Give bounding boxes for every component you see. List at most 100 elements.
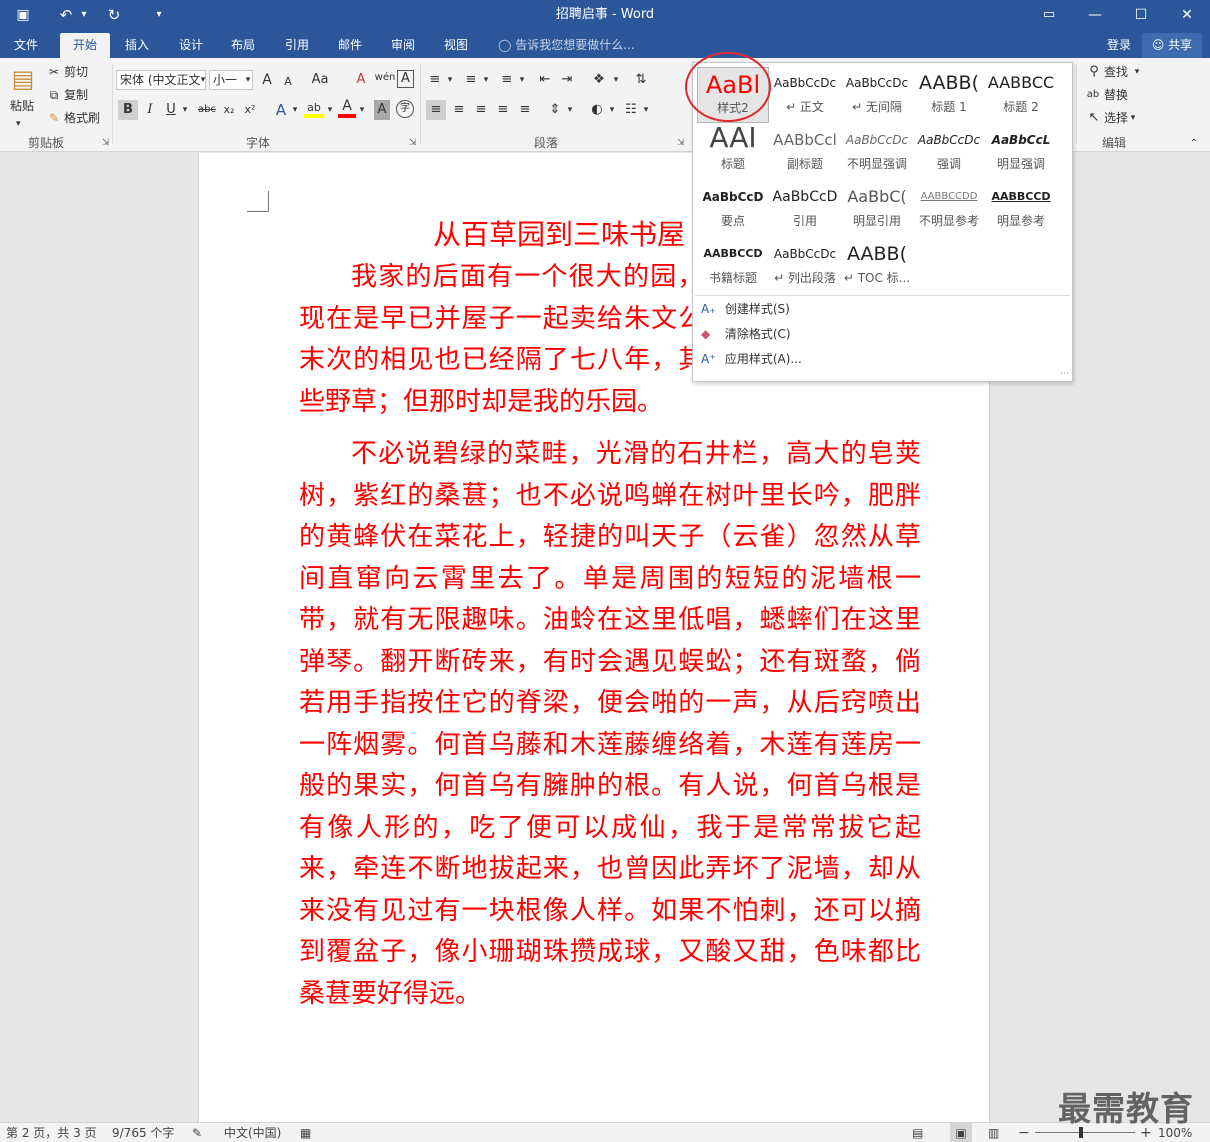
- bold-button[interactable]: B: [118, 100, 138, 120]
- enclose-characters-button[interactable]: 字: [396, 100, 414, 118]
- style-item-toc-heading[interactable]: AABB( ↵ TOC 标...: [841, 238, 913, 294]
- chinese-layout-icon[interactable]: ❖: [588, 70, 610, 90]
- distributed-icon[interactable]: ≡: [516, 100, 534, 120]
- font-color-dropdown-icon[interactable]: ▾: [357, 100, 367, 120]
- tab-insert[interactable]: 插入: [116, 33, 158, 58]
- style-item-subtitle[interactable]: AABbCcl 副标题: [769, 124, 841, 180]
- print-layout-icon[interactable]: ▣: [950, 1123, 972, 1142]
- bullets-icon[interactable]: ≡: [426, 70, 444, 90]
- style-item-intense-quote[interactable]: AaBbC( 明显引用: [841, 181, 913, 237]
- paragraph-2[interactable]: 不必说碧绿的菜畦，光滑的石井栏，高大的皂荚树，紫红的桑葚；也不必说鸣蝉在树叶里长…: [299, 434, 921, 1057]
- tab-file[interactable]: 文件: [6, 33, 46, 58]
- zoom-slider[interactable]: [1035, 1132, 1135, 1133]
- ribbon-display-options-icon[interactable]: ▭: [1026, 0, 1072, 30]
- tell-me-search[interactable]: ◯ 告诉我您想要做什么...: [498, 33, 635, 58]
- sort-icon[interactable]: ⇅: [632, 70, 650, 90]
- web-layout-icon[interactable]: ▥: [988, 1123, 999, 1142]
- format-painter-button[interactable]: 格式刷: [64, 108, 100, 128]
- style-item-list-paragraph[interactable]: AaBbCcDc ↵ 列出段落: [769, 238, 841, 294]
- maximize-button[interactable]: ☐: [1118, 0, 1164, 30]
- highlight-button[interactable]: ab: [304, 98, 324, 118]
- style-item-book-title[interactable]: AABBCCD 书籍标题: [697, 238, 769, 294]
- copy-button[interactable]: 复制: [64, 85, 88, 105]
- clipboard-launcher-icon[interactable]: ⇲: [102, 138, 110, 148]
- shading-dropdown-icon[interactable]: ▾: [607, 100, 617, 120]
- copy-icon[interactable]: ⧉: [46, 85, 62, 105]
- strikethrough-button[interactable]: abc: [196, 100, 218, 120]
- highlight-dropdown-icon[interactable]: ▾: [325, 100, 335, 120]
- redo-icon[interactable]: ↻: [102, 0, 126, 30]
- character-border-button[interactable]: A: [397, 70, 414, 88]
- zoom-out-button[interactable]: −: [1018, 1123, 1030, 1142]
- style-item-subtle-reference[interactable]: AABBCCDD 不明显参考: [913, 181, 985, 237]
- subscript-button[interactable]: x₂: [220, 100, 238, 120]
- shrink-font-button[interactable]: A: [280, 72, 296, 92]
- underline-button[interactable]: U: [163, 100, 179, 120]
- replace-button[interactable]: 替换: [1104, 85, 1128, 105]
- scissors-icon[interactable]: ✂: [46, 62, 62, 82]
- collapse-ribbon-icon[interactable]: ⌃: [1186, 134, 1202, 154]
- paragraph-launcher-icon[interactable]: ⇲: [677, 138, 685, 148]
- select-button[interactable]: 选择: [1104, 108, 1128, 128]
- read-mode-icon[interactable]: ▤: [912, 1123, 923, 1142]
- grow-font-button[interactable]: A: [258, 70, 276, 90]
- style-item-emphasis[interactable]: AaBbCcDc 强调: [913, 124, 985, 180]
- style-item-intense-reference[interactable]: AABBCCD 明显参考: [985, 181, 1057, 237]
- tab-review[interactable]: 审阅: [382, 33, 424, 58]
- style-item-intense-emphasis[interactable]: AaBbCcL 明显强调: [985, 124, 1057, 180]
- numbering-dropdown-icon[interactable]: ▾: [481, 70, 491, 90]
- multilevel-list-icon[interactable]: ≡: [498, 70, 516, 90]
- tab-mailings[interactable]: 邮件: [329, 33, 371, 58]
- word-count[interactable]: 9/765 个字: [112, 1123, 174, 1142]
- underline-dropdown-icon[interactable]: ▾: [180, 100, 190, 120]
- save-icon[interactable]: ▣: [10, 0, 36, 30]
- chinese-layout-dropdown-icon[interactable]: ▾: [611, 70, 621, 90]
- italic-button[interactable]: I: [142, 100, 158, 120]
- multilevel-list-dropdown-icon[interactable]: ▾: [517, 70, 527, 90]
- style-item-no-spacing[interactable]: AaBbCcDc ↵ 无间隔: [841, 67, 913, 123]
- change-case-button[interactable]: Aa: [308, 70, 332, 90]
- style-item-heading-1[interactable]: AABB( 标题 1: [913, 67, 985, 123]
- clear-formatting-button[interactable]: A: [352, 70, 370, 90]
- bullets-dropdown-icon[interactable]: ▾: [445, 70, 455, 90]
- clear-formatting-command[interactable]: ◆ 清除格式(C): [701, 323, 791, 345]
- line-spacing-icon[interactable]: ⇕: [546, 100, 564, 120]
- page-count[interactable]: 第 2 页，共 3 页: [6, 1123, 97, 1142]
- format-painter-icon[interactable]: ✎: [46, 108, 62, 128]
- tab-home[interactable]: 开始: [60, 33, 110, 58]
- share-button[interactable]: ☺ 共享: [1142, 33, 1202, 58]
- font-size-dropdown-icon[interactable]: ▾: [243, 70, 253, 90]
- undo-dropdown-icon[interactable]: ▾: [78, 0, 90, 30]
- align-right-icon[interactable]: ≡: [472, 100, 490, 120]
- style-item-strong[interactable]: AaBbCcD 要点: [697, 181, 769, 237]
- numbering-icon[interactable]: ≡: [462, 70, 480, 90]
- justify-icon[interactable]: ≡: [494, 100, 512, 120]
- select-icon[interactable]: ↖: [1086, 108, 1102, 128]
- sign-in-link[interactable]: 登录: [1100, 33, 1138, 58]
- style-item-quote[interactable]: AaBbCcD 引用: [769, 181, 841, 237]
- paste-icon[interactable]: ▤: [8, 64, 38, 94]
- tab-design[interactable]: 设计: [170, 33, 212, 58]
- find-icon[interactable]: ⚲: [1086, 62, 1102, 82]
- replace-icon[interactable]: ab: [1084, 85, 1102, 105]
- phonetic-guide-button[interactable]: wén: [374, 68, 396, 88]
- find-button[interactable]: 查找: [1104, 62, 1128, 82]
- paste-dropdown-icon[interactable]: ▾: [16, 114, 21, 134]
- tab-view[interactable]: 视图: [435, 33, 477, 58]
- close-button[interactable]: ✕: [1164, 0, 1210, 30]
- font-color-button[interactable]: A: [338, 98, 356, 118]
- find-dropdown-icon[interactable]: ▾: [1132, 62, 1142, 82]
- align-center-icon[interactable]: ≡: [450, 100, 468, 120]
- style-item-normal[interactable]: AaBbCcDc ↵ 正文: [769, 67, 841, 123]
- customize-toolbar-icon[interactable]: ▾: [150, 0, 168, 30]
- decrease-indent-icon[interactable]: ⇤: [536, 70, 554, 90]
- align-left-icon[interactable]: ≡: [426, 100, 446, 120]
- superscript-button[interactable]: x²: [241, 100, 259, 120]
- tab-layout[interactable]: 布局: [222, 33, 264, 58]
- character-shading-button[interactable]: A: [374, 100, 390, 120]
- paste-button[interactable]: 粘贴: [10, 96, 34, 116]
- font-name-combo[interactable]: 宋体 (中文正文: [116, 70, 206, 90]
- style-item-subtle-emphasis[interactable]: AaBbCcDc 不明显强调: [841, 124, 913, 180]
- style-item-heading-2[interactable]: AABBCC 标题 2: [985, 67, 1057, 123]
- style-item-style2[interactable]: AaBl 样式2: [697, 67, 769, 123]
